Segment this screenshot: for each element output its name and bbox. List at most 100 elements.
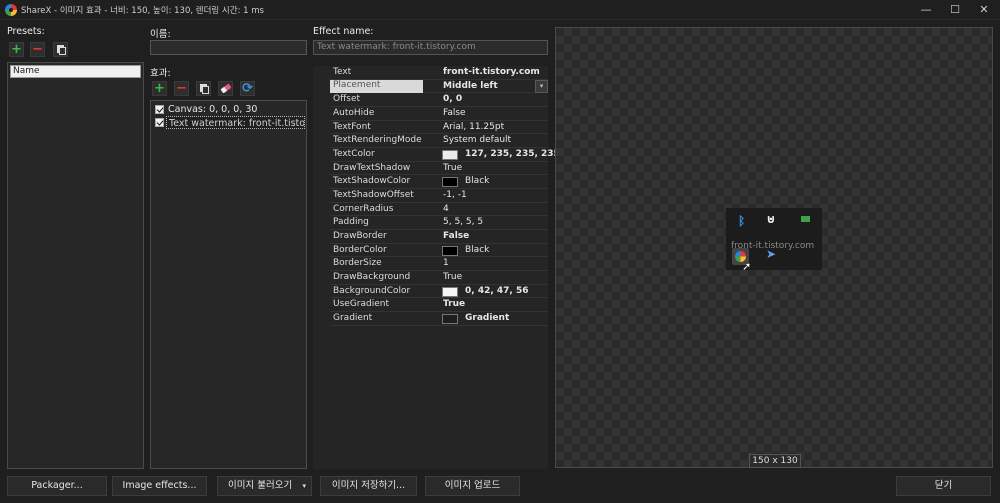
- close-button[interactable]: 닫기: [896, 476, 991, 496]
- mouse-cursor-icon: ➚: [742, 260, 752, 273]
- packager-button[interactable]: Packager...: [7, 476, 107, 496]
- window-title: ShareX - 이미지 효과 - 너비: 150, 높이: 130, 렌더링 …: [21, 6, 264, 16]
- property-name: DrawBorder: [333, 230, 387, 241]
- effect-enabled-checkbox[interactable]: [155, 105, 164, 114]
- property-name: Placement: [330, 79, 423, 93]
- title-bar: ShareX - 이미지 효과 - 너비: 150, 높이: 130, 렌더링 …: [0, 0, 1000, 20]
- effects-list[interactable]: Canvas: 0, 0, 0, 30 Text watermark: fron…: [150, 100, 307, 469]
- property-value[interactable]: False: [443, 108, 466, 118]
- property-value[interactable]: front-it.tistory.com: [443, 67, 540, 77]
- property-row-bordercolor[interactable]: BorderColor Black: [330, 244, 548, 258]
- duplicate-effect-button[interactable]: [196, 81, 211, 96]
- property-value[interactable]: -1, -1: [443, 190, 467, 200]
- remove-effect-button[interactable]: −: [174, 81, 189, 96]
- property-value[interactable]: System default: [443, 135, 511, 145]
- property-value[interactable]: Black: [465, 245, 489, 255]
- property-name: DrawBackground: [333, 271, 411, 282]
- effect-enabled-checkbox[interactable]: [155, 118, 164, 127]
- add-effect-button[interactable]: +: [152, 81, 167, 96]
- minimize-button[interactable]: —: [911, 0, 941, 20]
- save-image-button[interactable]: 이미지 저장하기...: [320, 476, 417, 496]
- property-row-drawbackground[interactable]: DrawBackground True: [330, 271, 548, 285]
- property-value[interactable]: 127, 235, 235, 235: [465, 149, 560, 159]
- plus-icon: +: [154, 81, 165, 96]
- property-grid[interactable]: Text front-it.tistory.com Placement Middle …: [313, 66, 560, 469]
- remove-preset-button[interactable]: −: [30, 42, 45, 57]
- maximize-button[interactable]: ☐: [940, 0, 970, 20]
- property-name: BorderSize: [333, 258, 382, 269]
- property-row-text[interactable]: Text front-it.tistory.com: [330, 66, 548, 80]
- property-name: UseGradient: [333, 299, 389, 310]
- presets-label: Presets:: [7, 26, 45, 37]
- property-name: TextFont: [333, 121, 371, 132]
- color-swatch: [442, 149, 458, 160]
- image-effects-button[interactable]: Image effects...: [112, 476, 207, 496]
- close-window-button[interactable]: ✕: [969, 0, 999, 20]
- upload-image-button[interactable]: 이미지 업로드: [425, 476, 520, 496]
- property-row-autohide[interactable]: AutoHide False: [330, 107, 548, 121]
- unity-icon: ⊍: [766, 212, 776, 226]
- property-value[interactable]: Arial, 11.25pt: [443, 122, 504, 132]
- property-name: AutoHide: [333, 107, 375, 118]
- plus-icon: +: [11, 42, 22, 57]
- refresh-button[interactable]: ⟳: [240, 81, 255, 96]
- property-value[interactable]: True: [443, 163, 462, 173]
- minus-icon: −: [176, 81, 187, 96]
- effect-item-selected[interactable]: Text watermark: front-it.tistor...: [154, 116, 305, 129]
- property-value[interactable]: 0, 0: [443, 94, 462, 104]
- copy-icon: [197, 82, 210, 95]
- property-row-offset[interactable]: Offset 0, 0: [330, 93, 548, 107]
- nvidia-icon: [801, 216, 810, 222]
- property-row-placement[interactable]: Placement Middle left ▾: [330, 79, 548, 94]
- copy-icon: [54, 43, 67, 56]
- property-row-gradient[interactable]: Gradient Gradient: [330, 312, 548, 326]
- preview-canvas: ᛒ ⊍ front-it.tistory.com ➤ ➚ 150 x 130: [555, 27, 993, 468]
- property-value[interactable]: 5, 5, 5, 5: [443, 217, 483, 227]
- property-row-cornerradius[interactable]: CornerRadius 4: [330, 203, 548, 217]
- add-preset-button[interactable]: +: [9, 42, 24, 57]
- effect-name-label: Effect name:: [313, 26, 374, 37]
- clear-effects-button[interactable]: [218, 81, 233, 96]
- dropdown-arrow-icon[interactable]: ▾: [535, 79, 548, 93]
- effect-item-label: Text watermark: front-it.tistor...: [166, 116, 305, 129]
- presets-list[interactable]: Name: [7, 62, 144, 469]
- effect-name-input[interactable]: Text watermark: front-it.tistory.com: [313, 40, 548, 55]
- property-value[interactable]: Gradient: [465, 313, 509, 323]
- property-row-bordersize[interactable]: BorderSize 1: [330, 257, 548, 271]
- load-image-button[interactable]: 이미지 불러오기 ▾: [217, 476, 312, 496]
- duplicate-preset-button[interactable]: [53, 42, 68, 57]
- effect-item-label: Canvas: 0, 0, 0, 30: [168, 104, 258, 115]
- property-row-textfont[interactable]: TextFont Arial, 11.25pt: [330, 121, 548, 135]
- property-name: TextShadowOffset: [333, 189, 414, 200]
- property-value[interactable]: Middle left: [443, 81, 498, 91]
- name-input[interactable]: [150, 40, 307, 55]
- minus-icon: −: [32, 42, 43, 57]
- property-row-textshadowoffset[interactable]: TextShadowOffset -1, -1: [330, 189, 548, 203]
- color-swatch: [442, 313, 458, 324]
- property-row-drawborder[interactable]: DrawBorder False: [330, 230, 548, 244]
- property-name: BackgroundColor: [333, 285, 411, 296]
- property-name: CornerRadius: [333, 203, 394, 214]
- property-value[interactable]: 4: [443, 204, 449, 214]
- property-name: Offset: [333, 94, 361, 105]
- property-value[interactable]: True: [443, 299, 465, 309]
- color-swatch: [442, 245, 458, 256]
- property-row-textshadowcolor[interactable]: TextShadowColor Black: [330, 175, 548, 189]
- property-value[interactable]: False: [443, 231, 469, 241]
- preview-image: ᛒ ⊍ front-it.tistory.com ➤ ➚: [726, 208, 822, 273]
- property-row-backgroundcolor[interactable]: BackgroundColor 0, 42, 47, 56: [330, 285, 548, 299]
- dropdown-arrow-icon: ▾: [302, 482, 306, 490]
- property-value[interactable]: 1: [443, 258, 449, 268]
- property-row-textrenderingmode[interactable]: TextRenderingMode System default: [330, 134, 548, 148]
- bluetooth-icon: ᛒ: [738, 214, 746, 228]
- property-row-usegradient[interactable]: UseGradient True: [330, 298, 548, 312]
- refresh-icon: ⟳: [242, 81, 253, 96]
- preset-name-column-header[interactable]: Name: [10, 65, 141, 78]
- property-row-padding[interactable]: Padding 5, 5, 5, 5: [330, 216, 548, 230]
- property-row-textcolor[interactable]: TextColor 127, 235, 235, 235: [330, 148, 560, 162]
- property-value[interactable]: 0, 42, 47, 56: [465, 286, 529, 296]
- property-row-drawtextshadow[interactable]: DrawTextShadow True: [330, 162, 548, 176]
- effect-item[interactable]: Canvas: 0, 0, 0, 30: [154, 103, 304, 116]
- property-value[interactable]: Black: [465, 176, 489, 186]
- property-value[interactable]: True: [443, 272, 462, 282]
